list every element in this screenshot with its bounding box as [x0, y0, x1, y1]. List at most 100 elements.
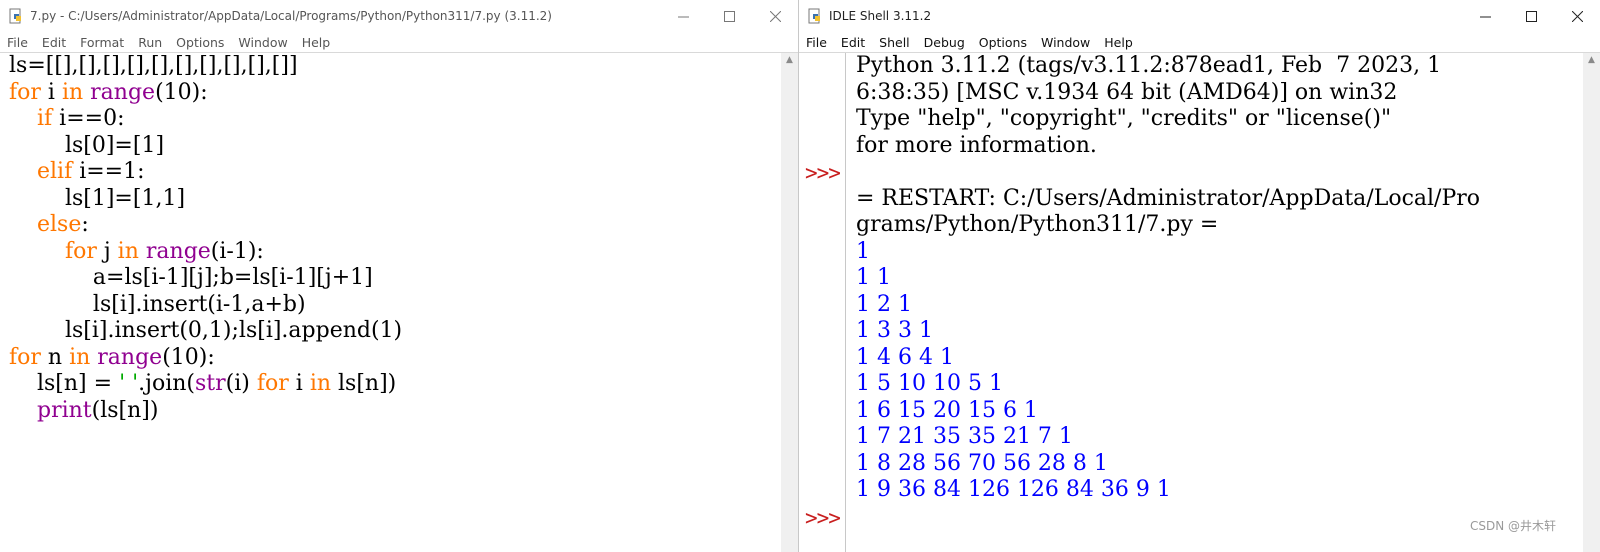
code-token: (i-1): — [210, 238, 264, 264]
maximize-button[interactable] — [1508, 0, 1554, 32]
code-line: ls[n] = ' '.join(str(i) for i in ls[n]) — [9, 371, 402, 398]
code-token: ls=[[],[],[],[],[],[],[],[],[],[]] — [9, 53, 298, 78]
shell-output-line: 1 8 28 56 70 56 28 8 1 — [856, 450, 1108, 476]
code-token: i==1: — [72, 159, 145, 184]
code-token: if — [36, 106, 53, 131]
maximize-button[interactable] — [706, 0, 752, 32]
shell-line: = RESTART: C:/Users/Administrator/AppDat… — [856, 185, 1481, 211]
shell-line: 6:38:35) [MSC v.1934 64 bit (AMD64)] on … — [856, 79, 1398, 105]
maximize-icon — [723, 10, 735, 22]
code-token: in — [309, 371, 332, 396]
code-token: .join( — [138, 371, 196, 396]
code-line: elif i==1: — [9, 159, 402, 186]
code-token: range — [145, 238, 211, 264]
code-token: i — [288, 371, 310, 396]
shell-scrollbar[interactable]: ▲ — [1583, 53, 1600, 552]
shell-line: Python 3.11.2 (tags/v3.11.2:878ead1, Feb… — [856, 53, 1442, 78]
close-button[interactable] — [752, 0, 798, 32]
shell-menu-bar: File Edit Shell Debug Options Window Hel… — [799, 32, 1600, 52]
idle-app-icon — [808, 8, 820, 24]
menu-run[interactable]: Run — [131, 35, 169, 50]
code-token: : — [81, 212, 89, 237]
close-button[interactable] — [1554, 0, 1600, 32]
code-token: ls[n] = — [9, 371, 120, 396]
code-token: print — [36, 397, 92, 423]
minimize-icon — [677, 16, 689, 17]
code-token: ls[i].insert(i-1,a+b) — [9, 291, 306, 317]
code-line: for n in range(10): — [9, 345, 402, 372]
menu-options[interactable]: Options — [972, 35, 1034, 50]
code-token: i==0: — [52, 106, 125, 131]
code-line: ls[0]=[1] — [9, 133, 402, 160]
scroll-up-arrow-icon[interactable]: ▲ — [781, 55, 798, 65]
shell-line: for more information. — [856, 132, 1097, 158]
code-token: in — [69, 344, 91, 370]
shell-output-line: 1 4 6 4 1 — [856, 344, 954, 370]
code-line: for j in range(i-1): — [9, 239, 402, 266]
code-token: i — [40, 79, 62, 105]
prompt-gutter: >>> >>> — [799, 53, 846, 552]
shell-title: IDLE Shell 3.11.2 — [829, 9, 932, 23]
code-line: if i==0: — [9, 106, 402, 133]
code-token: in — [117, 238, 139, 264]
shell-output-line: 1 — [856, 238, 870, 264]
close-icon — [769, 10, 781, 22]
menu-debug[interactable]: Debug — [917, 35, 972, 50]
code-token: for — [256, 371, 289, 396]
shell-prompt: >>> — [805, 505, 841, 530]
code-token: ls[1]=[1,1] — [9, 185, 186, 211]
editor-title: 7.py - C:/Users/Administrator/AppData/Lo… — [30, 9, 552, 23]
code-token: range — [97, 344, 163, 370]
code-token: (i) — [225, 371, 257, 396]
maximize-icon — [1525, 10, 1537, 22]
menu-shell[interactable]: Shell — [872, 35, 917, 50]
code-token: for — [64, 238, 97, 264]
menu-window[interactable]: Window — [1034, 35, 1097, 50]
editor-title-bar[interactable]: 7.py - C:/Users/Administrator/AppData/Lo… — [0, 0, 798, 32]
menu-help[interactable]: Help — [295, 35, 338, 50]
code-token: (ls[n]) — [91, 397, 159, 423]
code-token: for — [9, 344, 41, 370]
minimize-button[interactable] — [1462, 0, 1508, 32]
menu-edit[interactable]: Edit — [834, 35, 872, 50]
minimize-button[interactable] — [660, 0, 706, 32]
code-line: ls=[[],[],[],[],[],[],[],[],[],[]] — [9, 53, 402, 80]
menu-help[interactable]: Help — [1097, 35, 1140, 50]
code-token: in — [61, 79, 84, 105]
code-line: for i in range(10): — [9, 80, 402, 107]
shell-output-line: 1 7 21 35 35 21 7 1 — [856, 424, 1073, 449]
menu-format[interactable]: Format — [73, 35, 131, 50]
code-token: else — [36, 212, 82, 237]
editor-window: 7.py - C:/Users/Administrator/AppData/Lo… — [0, 0, 799, 552]
code-token: range — [90, 79, 156, 105]
code-token: for — [9, 79, 41, 105]
editor-scrollbar[interactable]: ▲ — [781, 53, 798, 552]
code-token: n — [40, 344, 70, 370]
menu-file[interactable]: File — [0, 35, 35, 50]
editor-menu-bar: File Edit Format Run Options Window Help — [0, 32, 798, 52]
shell-output-line: 1 5 10 10 5 1 — [856, 371, 1003, 396]
code-token: ls[n]) — [331, 371, 397, 396]
code-token: elif — [36, 159, 73, 184]
code-token: ' ' — [119, 371, 139, 396]
shell-output-line: 1 6 15 20 15 6 1 — [856, 397, 1038, 423]
menu-file[interactable]: File — [799, 35, 834, 50]
shell-line: grams/Python/Python311/7.py = — [856, 212, 1219, 237]
shell-output-area[interactable]: Python 3.11.2 (tags/v3.11.2:878ead1, Feb… — [856, 53, 1566, 530]
shell-title-bar[interactable]: IDLE Shell 3.11.2 — [799, 0, 1600, 32]
shell-output-line: 1 9 36 84 126 126 84 36 9 1 — [856, 477, 1171, 502]
scroll-up-arrow-icon[interactable]: ▲ — [1583, 55, 1600, 65]
code-editor-area[interactable]: ls=[[],[],[],[],[],[],[],[],[],[]] for i … — [9, 53, 402, 424]
shell-line: Type "help", "copyright", "credits" or "… — [856, 106, 1392, 131]
menu-window[interactable]: Window — [231, 35, 294, 50]
code-token: (10): — [155, 79, 208, 105]
code-token: ls[i].insert(0,1);ls[i].append(1) — [9, 318, 403, 343]
menu-edit[interactable]: Edit — [35, 35, 73, 50]
menu-options[interactable]: Options — [169, 35, 231, 50]
close-icon — [1571, 10, 1583, 22]
